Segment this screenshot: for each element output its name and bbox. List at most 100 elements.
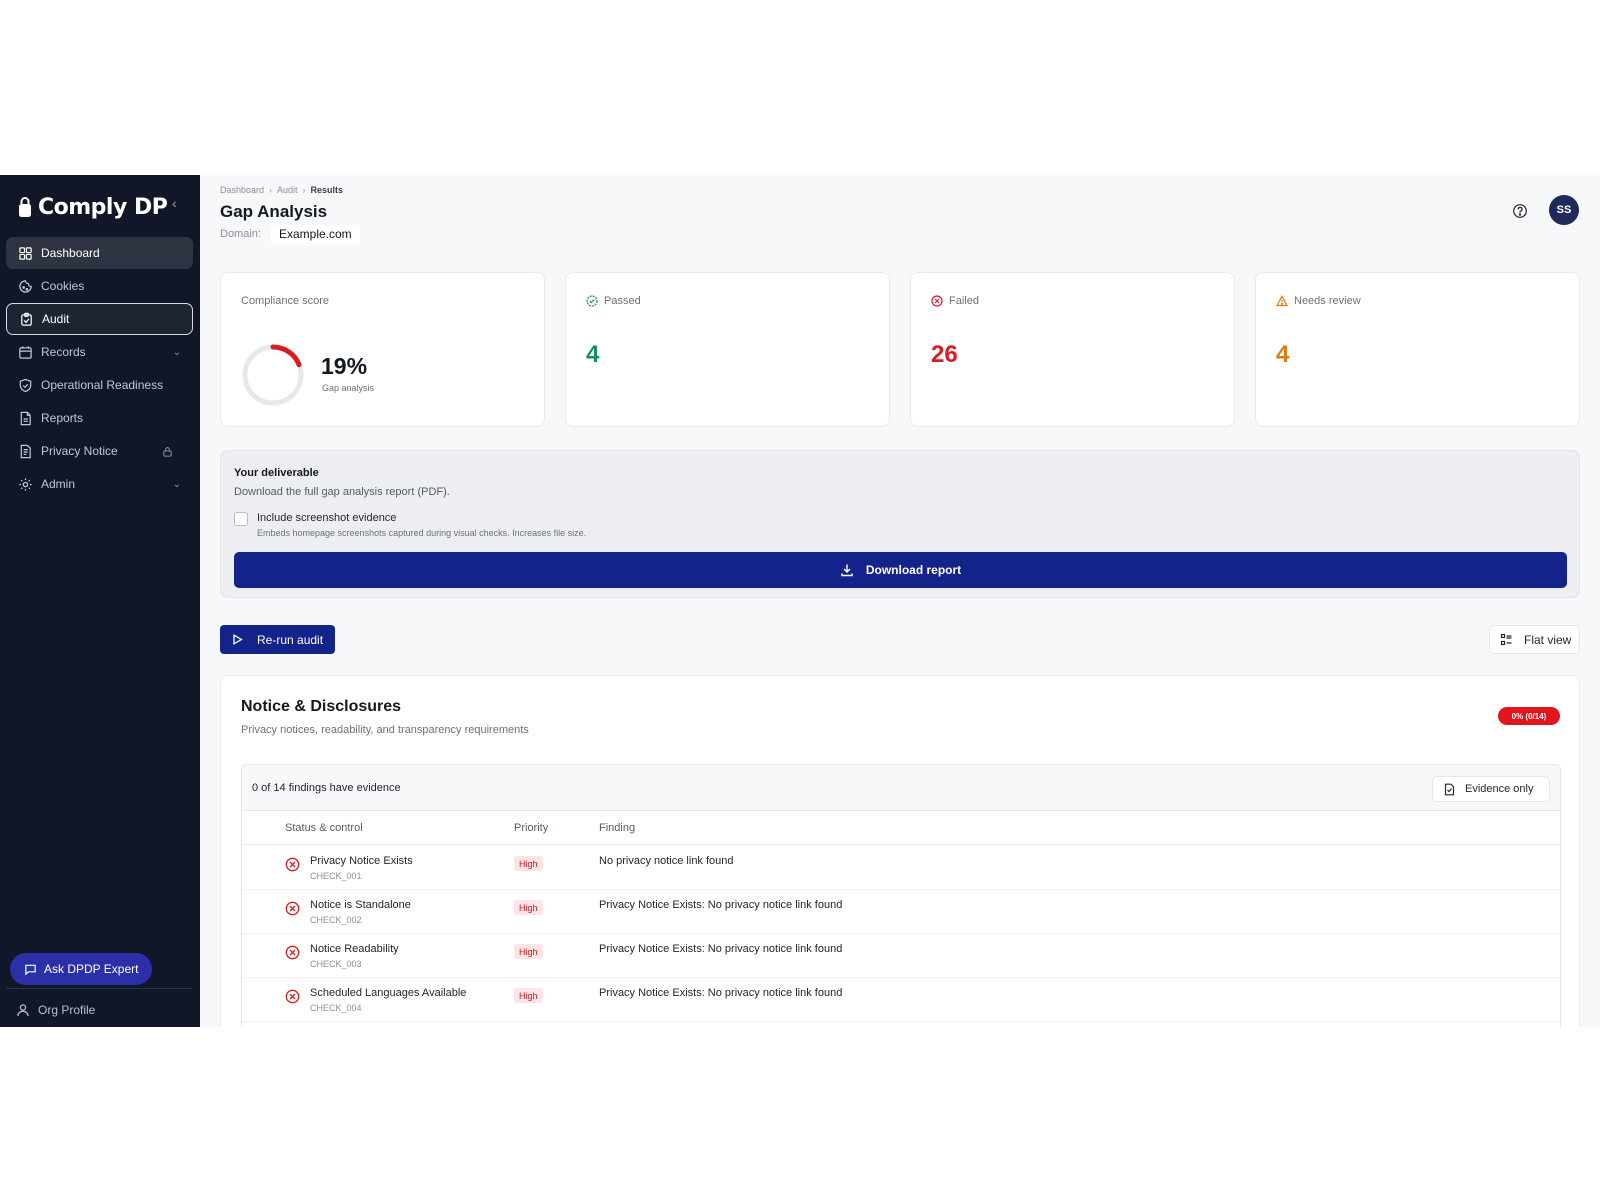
section-score-badge: 0% (0/14) (1498, 707, 1560, 725)
passed-label: Passed (604, 295, 641, 307)
sidebar-item-label: Reports (41, 411, 84, 425)
control-name: Privacy Notice Exists (310, 855, 413, 867)
breadcrumb-dashboard[interactable]: Dashboard (220, 185, 264, 195)
needs-review-label-row: Needs review (1276, 295, 1361, 307)
evidence-only-label: Evidence only (1465, 783, 1534, 795)
column-priority[interactable]: Priority (514, 822, 548, 834)
breadcrumb-audit[interactable]: Audit (277, 185, 298, 195)
screenshot-evidence-label[interactable]: Include screenshot evidence (257, 512, 396, 524)
deliverable-description: Download the full gap analysis report (P… (234, 486, 450, 498)
download-icon (841, 564, 853, 577)
check-circle-icon (586, 295, 598, 307)
x-circle-icon (931, 295, 943, 307)
flat-view-button[interactable]: Flat view (1489, 625, 1580, 654)
priority-badge: High (514, 856, 543, 871)
avatar[interactable]: SS (1549, 195, 1579, 225)
download-report-label: Download report (865, 563, 962, 577)
file-icon (20, 411, 31, 425)
evidence-count: 0 of 14 findings have evidence (252, 782, 401, 794)
list-view-icon (1500, 633, 1512, 646)
sidebar-item-admin[interactable]: Admin ⌄ (6, 468, 193, 500)
sidebar-item-label: Audit (42, 312, 70, 326)
control-name: Notice Readability (310, 943, 399, 955)
shield-check-icon (19, 378, 32, 392)
sidebar-item-dashboard[interactable]: Dashboard (6, 237, 193, 269)
clipboard-icon (21, 312, 32, 326)
compliance-score-sub: Gap analysis (322, 383, 375, 393)
breadcrumb-separator: › (302, 185, 306, 195)
sidebar-item-audit[interactable]: Audit (6, 303, 193, 335)
sidebar-item-label: Cookies (41, 279, 85, 293)
table-row[interactable]: Scheduled Languages Available CHECK_004 … (242, 978, 1560, 1022)
finding-text: Privacy Notice Exists: No privacy notice… (599, 899, 843, 911)
ask-expert-button[interactable]: Ask DPDP Expert (10, 953, 152, 985)
finding-text: Privacy Notice Exists: No privacy notice… (599, 987, 843, 999)
failed-card: Failed 26 (910, 272, 1235, 427)
column-status[interactable]: Status & control (285, 822, 363, 834)
deliverable-panel: Your deliverable Download the full gap a… (220, 450, 1580, 598)
chevron-left-icon[interactable]: ‹ (172, 195, 177, 211)
priority-badge: High (514, 900, 543, 915)
chat-icon (25, 964, 36, 975)
x-circle-icon (285, 989, 300, 1004)
screenshot-evidence-help: Embeds homepage screenshots captured dur… (257, 528, 587, 538)
sidebar-item-label: Dashboard (41, 246, 100, 260)
org-profile-label: Org Profile (38, 1003, 96, 1017)
brand-logo[interactable]: Comply DP (18, 189, 168, 225)
evidence-file-icon (1444, 783, 1455, 795)
failed-label-row: Failed (931, 295, 979, 307)
sidebar-item-reports[interactable]: Reports (6, 402, 193, 434)
rerun-audit-button[interactable]: Re-run audit (220, 625, 335, 654)
compliance-score-ring (242, 344, 304, 406)
ask-expert-label: Ask DPDP Expert (44, 962, 139, 976)
priority-badge: High (514, 988, 543, 1003)
evidence-only-button[interactable]: Evidence only (1432, 776, 1550, 802)
needs-review-label: Needs review (1294, 295, 1361, 307)
user-icon (17, 1004, 29, 1017)
sidebar-item-cookies[interactable]: Cookies (6, 270, 193, 302)
sidebar-item-label: Records (41, 345, 86, 359)
sidebar-item-operational-readiness[interactable]: Operational Readiness (6, 369, 193, 401)
failed-label: Failed (949, 295, 979, 307)
needs-review-count: 4 (1276, 341, 1290, 368)
download-report-button[interactable]: Download report (234, 552, 1567, 588)
sidebar-item-org-profile[interactable]: Org Profile (16, 997, 95, 1023)
x-circle-icon (285, 945, 300, 960)
control-id: CHECK_003 (310, 959, 362, 969)
play-icon (233, 634, 243, 645)
section-subtitle: Privacy notices, readability, and transp… (241, 724, 529, 736)
lock-logo-icon (19, 197, 31, 217)
sidebar-item-label: Operational Readiness (41, 378, 164, 392)
screenshot-evidence-checkbox[interactable] (234, 512, 248, 526)
sidebar-divider (6, 988, 192, 989)
table-row[interactable]: Notice is Standalone CHECK_002 High Priv… (242, 890, 1560, 934)
cookie-icon (19, 279, 32, 293)
chevron-down-icon[interactable]: ⌄ (173, 347, 181, 358)
warning-icon (1276, 295, 1288, 307)
table-row[interactable]: Notice Readability CHECK_003 High Privac… (242, 934, 1560, 978)
domain-row: Domain: Example.com (220, 225, 360, 243)
control-name: Notice is Standalone (310, 899, 411, 911)
table-header: Status & control Priority Finding (242, 811, 1560, 845)
sidebar-item-label: Privacy Notice (41, 444, 118, 458)
control-id: CHECK_001 (310, 871, 362, 881)
sidebar-item-records[interactable]: Records ⌄ (6, 336, 193, 368)
control-id: CHECK_004 (310, 1003, 362, 1013)
breadcrumb: Dashboard › Audit › Results (220, 185, 343, 195)
breadcrumb-results: Results (310, 185, 344, 195)
control-id: CHECK_002 (310, 915, 362, 925)
control-name: Scheduled Languages Available (310, 987, 467, 999)
x-circle-icon (285, 901, 300, 916)
passed-count: 4 (586, 341, 600, 368)
findings-toolbar: 0 of 14 findings have evidence Evidence … (242, 765, 1560, 811)
sidebar-item-privacy-notice[interactable]: Privacy Notice (6, 435, 193, 467)
flat-view-label: Flat view (1524, 632, 1572, 647)
lock-icon (163, 446, 172, 457)
chevron-down-icon[interactable]: ⌄ (173, 479, 181, 490)
help-icon[interactable] (1512, 203, 1528, 219)
needs-review-card: Needs review 4 (1255, 272, 1580, 427)
column-finding[interactable]: Finding (599, 822, 635, 834)
deliverable-title: Your deliverable (234, 467, 319, 479)
passed-label-row: Passed (586, 295, 641, 307)
table-row[interactable]: Privacy Notice Exists CHECK_001 High No … (242, 846, 1560, 890)
